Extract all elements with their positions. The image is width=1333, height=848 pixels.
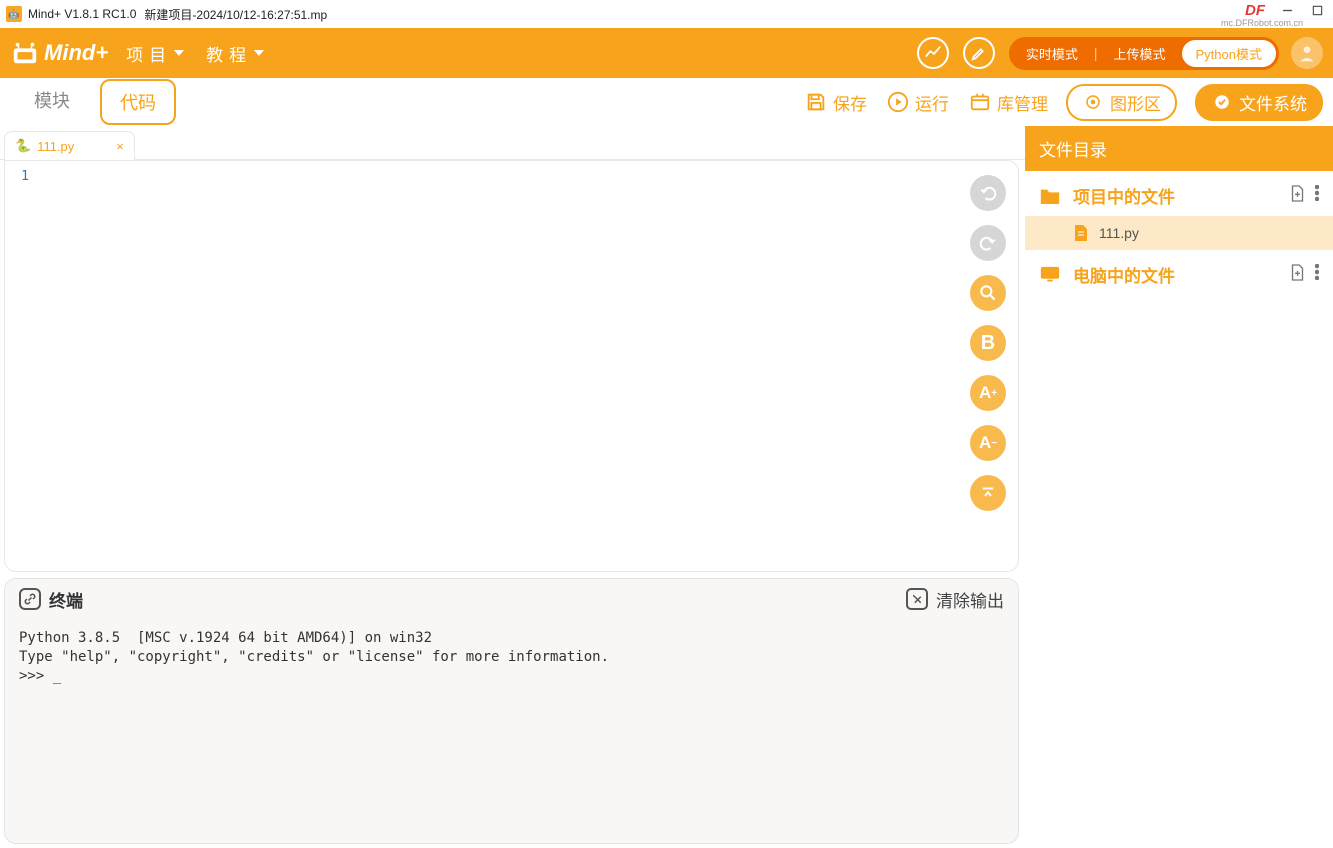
logo-text: Mind+ <box>44 40 108 66</box>
computer-files-label: 电脑中的文件 <box>1073 262 1175 287</box>
clear-icon <box>906 588 928 610</box>
check-icon <box>1211 91 1233 113</box>
monitor-icon <box>1039 265 1061 285</box>
maximize-button[interactable] <box>1309 4 1325 18</box>
editor-column: 🐍 111.py × 1 B A+ A− 终端 <box>0 126 1025 848</box>
titlebar-file: 新建项目-2024/10/12-16:27:51.mp <box>144 6 327 23</box>
close-icon[interactable]: × <box>116 139 124 154</box>
search-button[interactable] <box>970 275 1006 311</box>
terminal-header: 终端 清除输出 <box>5 579 1018 619</box>
minimize-button[interactable] <box>1279 4 1295 18</box>
add-file-icon[interactable] <box>1290 185 1305 207</box>
project-file-name: 111.py <box>1099 225 1139 241</box>
line-number-1: 1 <box>5 169 45 184</box>
editor-tab-name: 111.py <box>37 139 74 154</box>
tab-module[interactable]: 模块 <box>16 79 88 125</box>
app-icon: 🤖 <box>6 6 22 22</box>
mode-upload[interactable]: 上传模式 <box>1100 40 1180 67</box>
mode-separator: | <box>1094 45 1098 61</box>
target-icon <box>1082 91 1104 113</box>
chevron-down-icon <box>254 50 264 56</box>
filesys-label: 文件系统 <box>1239 90 1307 115</box>
header: Mind+ 项目 教程 实时模式 | 上传模式 Python模式 <box>0 28 1333 78</box>
more-icon[interactable] <box>1315 185 1319 207</box>
main: 🐍 111.py × 1 B A+ A− 终端 <box>0 126 1333 848</box>
edit-icon-button[interactable] <box>963 37 995 69</box>
save-label: 保存 <box>833 90 867 115</box>
editor-tabs: 🐍 111.py × <box>0 126 1025 160</box>
add-file-icon[interactable] <box>1290 264 1305 286</box>
project-files-section[interactable]: 项目中的文件 <box>1025 171 1333 216</box>
run-label: 运行 <box>915 90 949 115</box>
logo: Mind+ <box>10 39 108 67</box>
logo-icon <box>10 39 40 67</box>
play-icon <box>887 91 909 113</box>
undo-button[interactable] <box>970 175 1006 211</box>
tab-code[interactable]: 代码 <box>100 79 176 125</box>
line-gutter: 1 <box>5 161 45 571</box>
mode-switch: 实时模式 | 上传模式 Python模式 <box>1009 37 1279 70</box>
terminal-title: 终端 <box>49 587 83 612</box>
redo-button[interactable] <box>970 225 1006 261</box>
file-icon <box>1073 224 1089 242</box>
graph-label: 图形区 <box>1110 90 1161 115</box>
user-avatar[interactable] <box>1291 37 1323 69</box>
toolbar: 模块 代码 保存 运行 库管理 图形区 文件系统 <box>0 78 1333 126</box>
file-panel-title: 文件目录 <box>1025 126 1333 171</box>
project-file-item[interactable]: 111.py <box>1025 216 1333 250</box>
menu-tutorial-label: 教程 <box>206 41 252 66</box>
editor-float-tools: B A+ A− <box>970 175 1006 511</box>
link-icon <box>19 588 41 610</box>
computer-files-section[interactable]: 电脑中的文件 <box>1025 250 1333 295</box>
clear-output-button[interactable]: 清除输出 <box>906 587 1004 612</box>
menu-tutorial[interactable]: 教程 <box>206 41 264 66</box>
clear-label: 清除输出 <box>936 587 1004 612</box>
menu-project-label: 项目 <box>126 41 172 66</box>
project-files-label: 项目中的文件 <box>1073 183 1175 208</box>
menu-project[interactable]: 项目 <box>126 41 184 66</box>
font-decrease-button[interactable]: A− <box>970 425 1006 461</box>
library-icon <box>969 91 991 113</box>
brand-logo: DF <box>1245 2 1265 19</box>
chart-icon-button[interactable] <box>917 37 949 69</box>
chevron-down-icon <box>174 50 184 56</box>
code-editor[interactable]: 1 B A+ A− <box>4 160 1019 572</box>
terminal: 终端 清除输出 Python 3.8.5 [MSC v.1924 64 bit … <box>4 578 1019 844</box>
font-increase-button[interactable]: A+ <box>970 375 1006 411</box>
titlebar-app: Mind+ V1.8.1 RC1.0 <box>28 7 136 21</box>
folder-icon <box>1039 186 1061 206</box>
mode-realtime[interactable]: 实时模式 <box>1012 40 1092 67</box>
more-icon[interactable] <box>1315 264 1319 286</box>
collapse-button[interactable] <box>970 475 1006 511</box>
terminal-body[interactable]: Python 3.8.5 [MSC v.1924 64 bit AMD64)] … <box>5 619 1018 843</box>
library-label: 库管理 <box>997 90 1048 115</box>
bold-button[interactable]: B <box>970 325 1006 361</box>
save-button[interactable]: 保存 <box>805 90 867 115</box>
titlebar: 🤖 Mind+ V1.8.1 RC1.0 新建项目-2024/10/12-16:… <box>0 0 1333 28</box>
filesys-button[interactable]: 文件系统 <box>1195 84 1323 121</box>
graph-button[interactable]: 图形区 <box>1066 84 1177 121</box>
run-button[interactable]: 运行 <box>887 90 949 115</box>
library-button[interactable]: 库管理 <box>969 90 1048 115</box>
save-icon <box>805 91 827 113</box>
code-body[interactable] <box>45 161 1018 571</box>
editor-tab[interactable]: 🐍 111.py × <box>4 131 135 160</box>
python-icon: 🐍 <box>15 138 31 154</box>
mode-python[interactable]: Python模式 <box>1182 40 1276 67</box>
file-panel: 文件目录 项目中的文件 111.py 电脑中的文件 <box>1025 126 1333 848</box>
brand-sub: mc.DFRobot.com.cn <box>1221 18 1303 28</box>
